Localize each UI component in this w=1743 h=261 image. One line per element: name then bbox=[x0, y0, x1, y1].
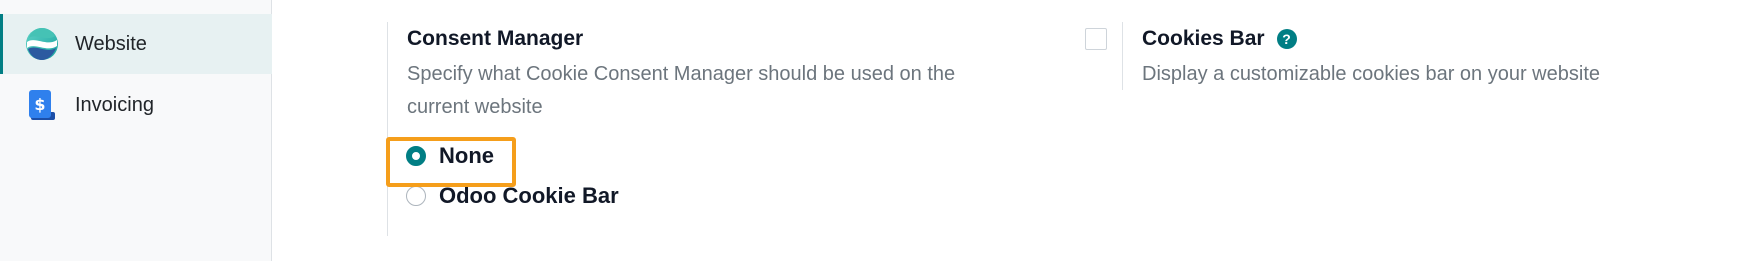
sidebar-item-label: Website bbox=[75, 32, 147, 55]
settings-page: Website $ Invoicing Consent Manager Spec… bbox=[0, 0, 1743, 261]
cookies-bar-setting: Cookies Bar ? Display a customizable coo… bbox=[1122, 22, 1723, 90]
radio-odoo-cookie-bar-input[interactable] bbox=[406, 186, 426, 206]
sidebar-item-invoicing[interactable]: $ Invoicing bbox=[0, 75, 272, 135]
settings-sidebar: Website $ Invoicing bbox=[0, 0, 272, 261]
consent-manager-description: Specify what Cookie Consent Manager shou… bbox=[407, 63, 956, 118]
svg-text:$: $ bbox=[34, 95, 45, 114]
sidebar-item-website[interactable]: Website bbox=[0, 14, 272, 74]
sidebar-item-label: Invoicing bbox=[75, 93, 154, 116]
cookies-bar-description: Display a customizable cookies bar on yo… bbox=[1142, 63, 1600, 85]
cookies-bar-title: Cookies Bar bbox=[1142, 27, 1265, 50]
selection-highlight-box bbox=[386, 137, 516, 187]
cookies-bar-checkbox[interactable] bbox=[1085, 28, 1107, 50]
cookies-bar-title-row: Cookies Bar ? bbox=[1142, 27, 1297, 51]
website-app-icon bbox=[25, 27, 59, 61]
consent-manager-setting: Consent Manager Specify what Cookie Cons… bbox=[387, 22, 1008, 236]
help-icon[interactable]: ? bbox=[1276, 29, 1297, 49]
consent-manager-title: Consent Manager bbox=[407, 27, 584, 50]
invoicing-app-icon: $ bbox=[25, 88, 59, 122]
